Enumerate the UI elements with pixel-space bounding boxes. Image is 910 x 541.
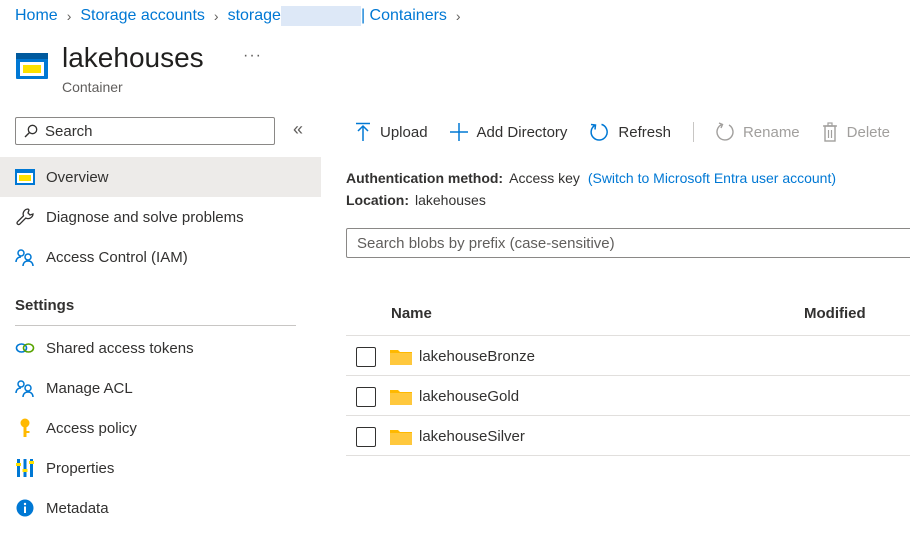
collapse-sidebar-icon[interactable]: « xyxy=(293,119,303,140)
add-directory-label: Add Directory xyxy=(476,123,568,141)
toolbar-divider xyxy=(692,122,694,142)
page-title: lakehouses xyxy=(62,42,204,73)
row-checkbox[interactable] xyxy=(356,386,376,407)
folder-icon xyxy=(390,349,412,365)
row-name[interactable]: lakehouseGold xyxy=(419,388,519,405)
sidebar-item-label: Access policy xyxy=(46,419,137,437)
link-icon xyxy=(15,338,35,358)
key-icon xyxy=(15,418,35,438)
row-divider xyxy=(346,415,910,416)
sidebar-item-label: Shared access tokens xyxy=(46,339,194,357)
row-name[interactable]: lakehouseSilver xyxy=(419,428,525,445)
column-header-name[interactable]: Name xyxy=(391,305,432,322)
blob-prefix-search-input[interactable]: Search blobs by prefix (case-sensitive) xyxy=(346,228,910,258)
row-name[interactable]: lakehouseBronze xyxy=(419,348,535,365)
sidebar-item-properties[interactable]: Properties xyxy=(0,448,321,488)
refresh-icon xyxy=(590,123,609,141)
properties-icon xyxy=(15,458,35,478)
row-divider xyxy=(346,455,910,456)
rename-label: Rename xyxy=(742,123,800,141)
folder-icon xyxy=(390,429,412,445)
location-value: lakehouses xyxy=(415,192,486,208)
info-icon xyxy=(15,498,35,518)
table-row[interactable]: lakehouseSilver xyxy=(346,417,910,456)
breadcrumb: Home › Storage accounts › storage | Cont… xyxy=(15,6,470,26)
breadcrumb-storage-accounts-link[interactable]: Storage accounts xyxy=(80,7,205,25)
plus-icon xyxy=(449,123,468,141)
add-directory-button[interactable]: Add Directory xyxy=(449,123,568,141)
chevron-right-icon: › xyxy=(455,8,461,24)
switch-auth-link[interactable]: (Switch to Microsoft Entra user account) xyxy=(588,170,836,186)
sidebar-item-shared-access-tokens[interactable]: Shared access tokens xyxy=(0,328,321,368)
sidebar-item-iam[interactable]: Access Control (IAM) xyxy=(0,237,321,277)
breadcrumb-containers-link[interactable]: | Containers xyxy=(361,7,447,25)
sidebar-item-access-policy[interactable]: Access policy xyxy=(0,408,321,448)
redacted-block xyxy=(280,6,361,26)
sidebar-item-label: Access Control (IAM) xyxy=(46,248,188,266)
delete-label: Delete xyxy=(846,123,891,141)
sidebar-item-overview[interactable]: Overview xyxy=(0,157,321,197)
more-options-icon[interactable]: ··· xyxy=(243,47,262,65)
wrench-icon xyxy=(15,207,35,227)
upload-button[interactable]: Upload xyxy=(355,122,428,142)
chevron-right-icon: › xyxy=(66,8,72,24)
sidebar-item-label: Metadata xyxy=(46,499,109,517)
breadcrumb-storage-account-link[interactable]: storage xyxy=(228,7,281,25)
section-divider xyxy=(15,325,296,326)
settings-section-header: Settings xyxy=(15,297,75,314)
container-icon xyxy=(16,53,48,79)
refresh-label: Refresh xyxy=(618,123,671,141)
auth-method-line: Authentication method: Access key (Switch… xyxy=(346,170,836,186)
upload-icon xyxy=(356,122,370,141)
row-divider xyxy=(346,335,910,336)
sidebar-item-label: Diagnose and solve problems xyxy=(46,208,244,226)
sidebar-item-diagnose[interactable]: Diagnose and solve problems xyxy=(0,197,321,237)
breadcrumb-home-link[interactable]: Home xyxy=(15,7,58,25)
folder-icon xyxy=(390,389,412,405)
overview-icon xyxy=(15,167,35,187)
refresh-button[interactable]: Refresh xyxy=(589,122,671,142)
auth-method-value: Access key xyxy=(509,170,580,186)
sidebar-item-metadata[interactable]: Metadata xyxy=(0,488,321,528)
upload-label: Upload xyxy=(380,123,428,141)
search-icon xyxy=(24,124,38,138)
sidebar-item-manage-acl[interactable]: Manage ACL xyxy=(0,368,321,408)
rename-button[interactable]: Rename xyxy=(716,122,800,142)
people-icon xyxy=(15,247,35,267)
location-label: Location: xyxy=(346,192,409,208)
sidebar-search-placeholder: Search xyxy=(45,122,93,140)
sidebar-item-label: Manage ACL xyxy=(46,379,133,397)
sidebar-item-label: Properties xyxy=(46,459,115,477)
blob-search-placeholder: Search blobs by prefix (case-sensitive) xyxy=(357,234,615,252)
column-header-modified[interactable]: Modified xyxy=(804,305,866,322)
rename-icon xyxy=(716,122,734,141)
row-checkbox[interactable] xyxy=(356,346,376,367)
table-row[interactable]: lakehouseGold xyxy=(346,377,910,416)
location-line: Location: lakehouses xyxy=(346,192,486,208)
sidebar-search-input[interactable]: Search xyxy=(15,117,275,145)
row-divider xyxy=(346,375,910,376)
table-row[interactable]: lakehouseBronze xyxy=(346,337,910,376)
sidebar-item-label: Overview xyxy=(46,168,109,186)
delete-button[interactable]: Delete xyxy=(822,122,890,142)
chevron-right-icon: › xyxy=(213,8,219,24)
page-subtitle: Container xyxy=(62,79,123,95)
trash-icon xyxy=(822,122,837,142)
row-checkbox[interactable] xyxy=(356,426,376,447)
auth-method-label: Authentication method: xyxy=(346,170,504,186)
command-bar: Upload Add Directory Refresh Rename Dele… xyxy=(355,118,910,146)
people-icon xyxy=(15,378,35,398)
